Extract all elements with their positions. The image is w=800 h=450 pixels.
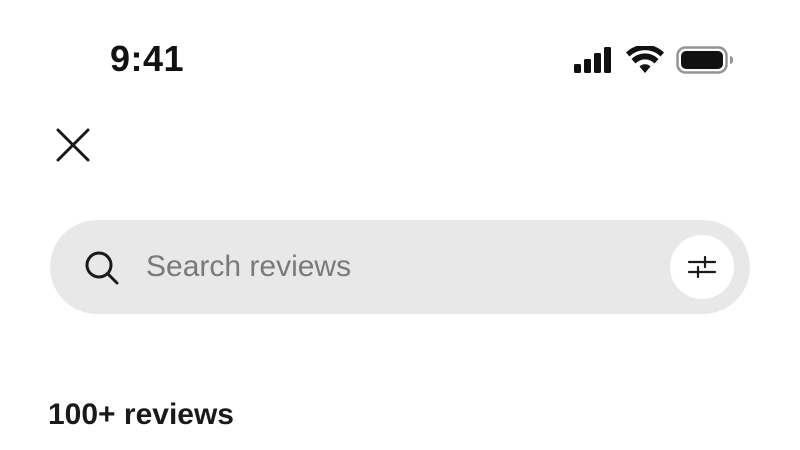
search-input[interactable] <box>146 242 626 292</box>
search-icon <box>85 251 119 285</box>
filter-button[interactable] <box>670 235 734 299</box>
status-time: 9:41 <box>110 38 185 79</box>
close-icon <box>56 128 90 162</box>
wifi-icon <box>626 46 664 74</box>
close-button[interactable] <box>52 124 94 166</box>
status-bar: 9:41 <box>0 0 800 110</box>
filter-sliders-icon <box>687 256 717 278</box>
reviews-count: 100+ reviews <box>48 398 234 431</box>
search-bar[interactable] <box>50 220 750 314</box>
battery-icon <box>676 46 734 74</box>
reviews-screen: 9:41 Search reviews 100+ reviews <box>0 0 800 450</box>
cellular-signal-icon <box>572 47 614 73</box>
status-icons <box>572 44 734 76</box>
